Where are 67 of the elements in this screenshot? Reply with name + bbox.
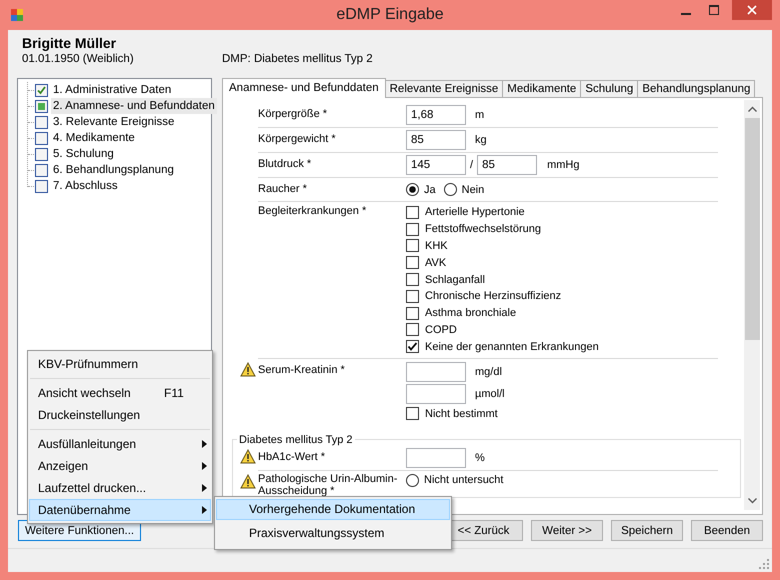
birth-date: 01.01.1950 (Weiblich) [22, 52, 135, 66]
field-label: Blutdruck * [258, 157, 312, 172]
field-label: HbA1c-Wert * [258, 450, 326, 465]
menu-item[interactable]: Datenübernahme [29, 499, 211, 521]
unit-label: % [475, 452, 485, 464]
tab[interactable]: Anamnese- und Befunddaten [222, 78, 386, 98]
unit-label: mg/dl [475, 366, 502, 378]
option-label: Chronische Herzinsuffizienz [425, 290, 562, 302]
menu-item[interactable]: Laufzettel drucken... [29, 477, 211, 499]
menu-item-label: Datenübernahme [38, 503, 132, 517]
field-label: Körpergewicht * [258, 132, 337, 147]
patient-name: Brigitte Müller [22, 36, 118, 51]
nav-item[interactable]: 1. Administrative Daten [51, 82, 174, 98]
option-label: Keine der genannten Erkrankungen [425, 340, 599, 353]
separator-label: / [470, 159, 474, 171]
program-label: DMP: Diabetes mellitus Typ 2 [222, 52, 374, 66]
text-field[interactable]: 85 [477, 155, 538, 175]
menu-item[interactable]: Anzeigen [29, 455, 211, 477]
option-label: Ja [424, 184, 436, 196]
menu-item[interactable]: Vorhergehende Dokumentation [216, 499, 450, 520]
field-label: Körpergröße * [258, 107, 328, 122]
window-title: eDMP Eingabe [335, 6, 445, 24]
text-field[interactable]: 145 [406, 155, 466, 175]
menu-item-label: KBV-Prüfnummern [38, 357, 140, 371]
nav-item[interactable]: 6. Behandlungsplanung [51, 162, 176, 178]
menu-item[interactable]: Druckeinstellungen [29, 404, 211, 426]
unit-label: m [475, 109, 484, 121]
text-field[interactable]: 85 [406, 130, 466, 150]
tab[interactable]: Schulung [580, 80, 638, 97]
menu-item-label: Anzeigen [38, 459, 90, 473]
option-label: Nein [462, 184, 484, 196]
button[interactable]: Beenden [691, 520, 763, 541]
option-label: Fettstoffwechselstörung [425, 223, 541, 236]
menu-item[interactable]: Ausfüllanleitungen [29, 433, 211, 455]
nav-item[interactable]: 3. Relevante Ereignisse [51, 114, 176, 130]
option-label: AVK [425, 256, 446, 269]
option-label: COPD [425, 324, 457, 336]
option-label: Schlaganfall [425, 274, 485, 286]
nav-item[interactable]: 5. Schulung [51, 146, 116, 162]
unit-label: mmHg [547, 159, 580, 171]
nav-item[interactable]: 7. Abschluss [51, 178, 120, 194]
button[interactable]: Weiter >> [531, 520, 603, 541]
option-label: Nicht bestimmt [425, 408, 498, 420]
menu-item-label: Ausfüllanleitungen [38, 437, 138, 451]
text-field[interactable]: 1,68 [406, 105, 466, 125]
tab[interactable]: Relevante Ereignisse [384, 80, 504, 97]
button[interactable]: Speichern [611, 520, 683, 541]
option-label: Arterielle Hypertonie [425, 206, 525, 218]
menu-item-label: Laufzettel drucken... [38, 481, 148, 495]
option-label: Nicht untersucht [424, 474, 504, 486]
field-label: Begleiterkrankungen * [258, 204, 368, 219]
option-label: Asthma bronchiale [425, 307, 516, 320]
nav-item[interactable]: 2. Anamnese- und Befunddaten [51, 98, 217, 114]
tab[interactable]: Behandlungsplanung [637, 80, 756, 97]
nav-item[interactable]: 4. Medikamente [51, 130, 137, 146]
field-label: Serum-Kreatinin * [258, 363, 346, 378]
unit-label: µmol/l [475, 388, 505, 400]
menu-item-label: Ansicht wechseln [38, 386, 132, 400]
field-label: Raucher * [258, 182, 308, 197]
menu-item[interactable]: KBV-Prüfnummern [29, 353, 211, 375]
menu-item-label: Druckeinstellungen [38, 408, 142, 422]
option-label: KHK [425, 240, 448, 252]
shortcut-label: F11 [164, 386, 185, 400]
menu-item[interactable]: Ansicht wechseln F11 [29, 382, 211, 404]
group-title: Diabetes mellitus Typ 2 [238, 434, 354, 446]
field-label: Pathologische Urin-Albumin-Ausscheidung * [258, 472, 398, 497]
unit-label: kg [475, 134, 487, 146]
